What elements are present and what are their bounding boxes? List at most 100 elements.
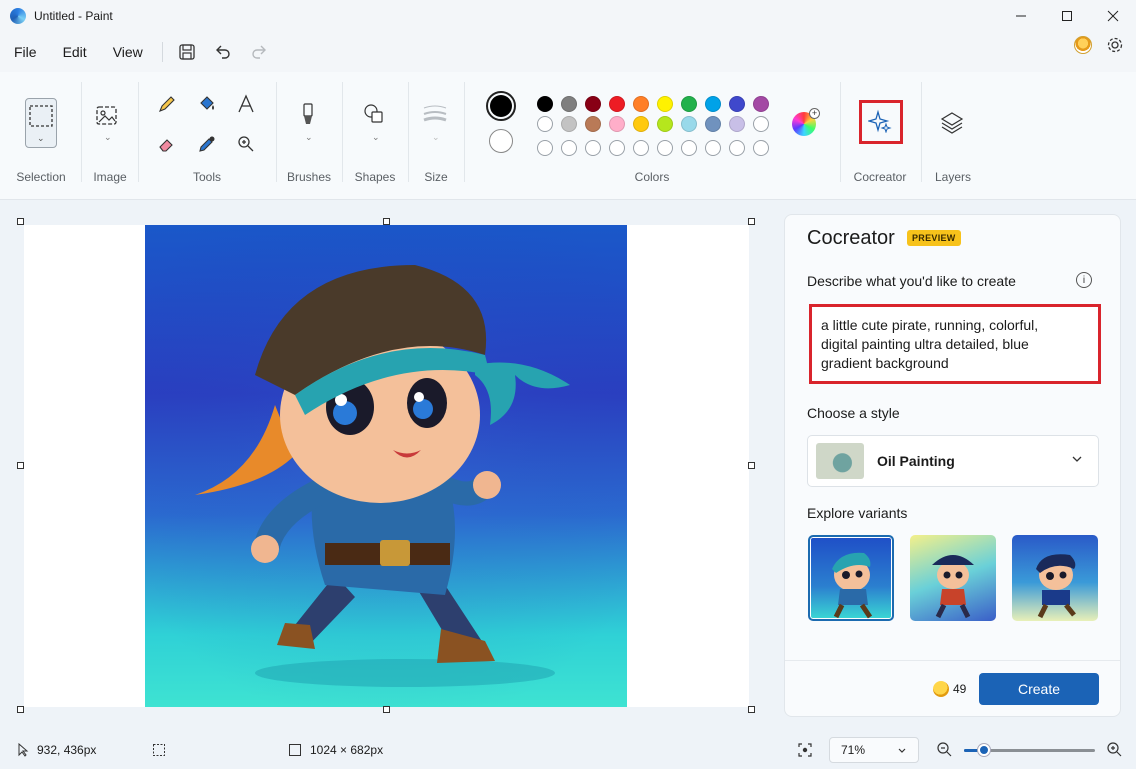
- ribbon-toolbar: ⌄ Selection ⌄ Image Tools ⌄ Brushes ⌄ Sh…: [0, 72, 1136, 200]
- maximize-button[interactable]: [1044, 0, 1090, 32]
- menu-file[interactable]: File: [1, 44, 50, 60]
- variant-thumbnail-2[interactable]: [910, 535, 996, 621]
- pencil-tool[interactable]: [153, 90, 181, 118]
- empty-color-swatch[interactable]: [705, 140, 721, 156]
- selection-tool-button[interactable]: ⌄: [25, 98, 57, 148]
- resize-handle-bottom-left[interactable]: [17, 706, 24, 713]
- resize-handle-top-right[interactable]: [748, 218, 755, 225]
- chevron-down-icon: ⌄: [104, 132, 112, 142]
- shapes-button[interactable]: ⌄: [362, 102, 390, 146]
- close-button[interactable]: [1090, 0, 1136, 32]
- resize-handle-bottom-right[interactable]: [748, 706, 755, 713]
- primary-color[interactable]: [486, 91, 516, 121]
- empty-color-swatch[interactable]: [537, 140, 553, 156]
- account-avatar[interactable]: [1074, 36, 1092, 54]
- empty-color-swatch[interactable]: [633, 140, 649, 156]
- cursor-arrow-icon: [18, 743, 29, 757]
- window-title: Untitled - Paint: [34, 9, 113, 23]
- color-swatch[interactable]: [657, 96, 673, 112]
- colors-label: Colors: [634, 170, 670, 184]
- color-swatch[interactable]: [561, 96, 577, 112]
- color-swatch[interactable]: [681, 96, 697, 112]
- canvas-area[interactable]: [0, 200, 784, 732]
- resize-handle-top[interactable]: [383, 218, 390, 225]
- edit-colors-button[interactable]: +: [792, 108, 820, 136]
- empty-color-swatch[interactable]: [753, 140, 769, 156]
- variant-thumbnail-3[interactable]: [1012, 535, 1098, 621]
- color-picker-tool[interactable]: [193, 130, 221, 158]
- menu-view[interactable]: View: [100, 44, 156, 60]
- color-swatch[interactable]: [537, 116, 553, 132]
- secondary-color[interactable]: [489, 129, 513, 153]
- zoom-in-icon[interactable]: [1106, 741, 1122, 757]
- info-icon[interactable]: i: [1076, 272, 1092, 288]
- image-group: ⌄ Image: [82, 72, 138, 200]
- style-dropdown[interactable]: Oil Painting: [807, 435, 1099, 487]
- style-label: Choose a style: [807, 405, 900, 421]
- minimize-button[interactable]: [998, 0, 1044, 32]
- cocreator-title: Cocreator: [807, 227, 895, 249]
- color-swatch[interactable]: [633, 116, 649, 132]
- color-swatch[interactable]: [633, 96, 649, 112]
- color-swatch[interactable]: [609, 96, 625, 112]
- color-swatch[interactable]: [609, 116, 625, 132]
- color-swatch[interactable]: [537, 96, 553, 112]
- image-tool-button[interactable]: ⌄: [94, 102, 124, 146]
- color-swatch[interactable]: [657, 116, 673, 132]
- color-swatch[interactable]: [729, 116, 745, 132]
- undo-button[interactable]: [205, 36, 241, 68]
- cursor-position: 932, 436px: [37, 743, 97, 757]
- text-icon: [238, 94, 254, 113]
- resize-handle-bottom[interactable]: [383, 706, 390, 713]
- empty-color-swatch[interactable]: [657, 140, 673, 156]
- redo-button[interactable]: [241, 36, 277, 68]
- canvas-size: 1024 × 682px: [310, 743, 384, 757]
- canvas-size-indicator: 1024 × 682px: [288, 743, 383, 757]
- eyedropper-icon: [199, 136, 215, 152]
- variant-thumbnail-1[interactable]: [808, 535, 894, 621]
- layers-icon: [940, 112, 964, 134]
- eraser-tool[interactable]: [153, 130, 181, 158]
- chevron-down-icon: ⌄: [305, 132, 313, 142]
- size-button[interactable]: ⌄: [422, 104, 450, 148]
- resize-handle-right[interactable]: [748, 462, 755, 469]
- create-button[interactable]: Create: [979, 673, 1099, 705]
- color-swatch[interactable]: [705, 96, 721, 112]
- resize-handle-left[interactable]: [17, 462, 24, 469]
- layers-button[interactable]: [939, 110, 967, 138]
- color-swatch[interactable]: [753, 96, 769, 112]
- zoom-dropdown[interactable]: 71%: [829, 737, 919, 763]
- cocreator-group: Cocreator: [840, 72, 920, 200]
- menu-edit[interactable]: Edit: [50, 44, 100, 60]
- color-swatch[interactable]: [681, 116, 697, 132]
- save-button[interactable]: [169, 36, 205, 68]
- brushes-button[interactable]: ⌄: [296, 102, 324, 146]
- empty-color-swatch[interactable]: [681, 140, 697, 156]
- empty-color-swatch[interactable]: [729, 140, 745, 156]
- drawing-canvas[interactable]: [24, 225, 749, 707]
- fit-to-window-button[interactable]: [797, 742, 813, 758]
- empty-color-swatch[interactable]: [585, 140, 601, 156]
- preview-badge: PREVIEW: [907, 230, 961, 246]
- line-size-icon: [423, 105, 447, 122]
- empty-color-swatch[interactable]: [561, 140, 577, 156]
- prompt-input[interactable]: a little cute pirate, running, colorful,…: [809, 304, 1101, 384]
- zoom-slider-thumb[interactable]: [977, 744, 990, 756]
- resize-handle-top-left[interactable]: [17, 218, 24, 225]
- empty-color-swatch[interactable]: [609, 140, 625, 156]
- empty-color-swatch[interactable]: [753, 116, 769, 132]
- credits-count: 49: [953, 682, 967, 696]
- zoom-out-icon[interactable]: [936, 741, 952, 757]
- magnifier-tool[interactable]: [232, 130, 260, 158]
- color-swatch[interactable]: [585, 96, 601, 112]
- color-swatch[interactable]: [561, 116, 577, 132]
- primary-color-fill: [490, 95, 512, 117]
- color-swatch[interactable]: [705, 116, 721, 132]
- settings-gear-icon[interactable]: [1106, 36, 1124, 54]
- color-swatch[interactable]: [729, 96, 745, 112]
- fill-tool[interactable]: [193, 90, 221, 118]
- shapes-group: ⌄ Shapes: [342, 72, 408, 200]
- color-swatch[interactable]: [585, 116, 601, 132]
- brushes-label: Brushes: [286, 170, 332, 184]
- text-tool[interactable]: [232, 90, 260, 118]
